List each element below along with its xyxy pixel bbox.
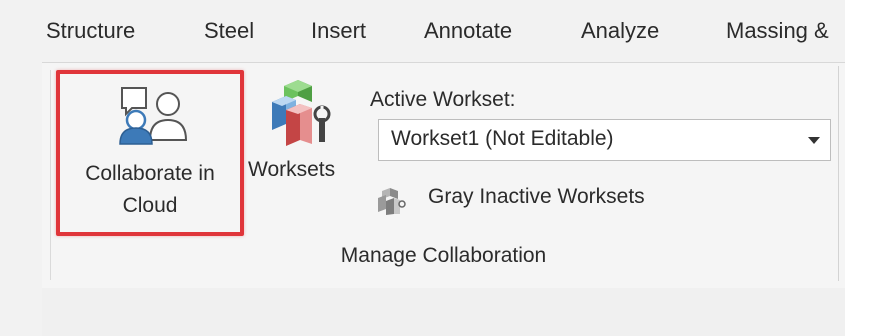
worksets-button[interactable]: Worksets <box>248 76 362 206</box>
tab-annotate[interactable]: Annotate <box>424 18 512 44</box>
gray-worksets-icon <box>376 187 406 220</box>
tab-massing[interactable]: Massing & <box>726 18 829 44</box>
tab-insert[interactable]: Insert <box>311 18 366 44</box>
worksets-icon <box>268 78 340 155</box>
gray-inactive-worksets-button[interactable]: Gray Inactive Worksets <box>376 183 716 217</box>
chevron-down-icon[interactable] <box>808 137 820 144</box>
tab-structure[interactable]: Structure <box>46 18 135 44</box>
collaborate-label: Collaborate in Cloud <box>56 158 244 222</box>
gray-inactive-worksets-label: Gray Inactive Worksets <box>428 185 645 208</box>
collaborate-cloud-icon <box>112 82 192 157</box>
panel-title: Manage Collaboration <box>340 244 547 267</box>
tab-steel[interactable]: Steel <box>204 18 254 44</box>
collaborate-label-line2: Cloud <box>122 194 178 217</box>
workspace-area <box>42 288 845 336</box>
active-workset-label: Active Workset: <box>370 88 516 111</box>
tab-analyze[interactable]: Analyze <box>581 18 659 44</box>
worksets-label: Worksets <box>248 158 336 181</box>
ribbon-tab-bar: Structure Steel Insert Annotate Analyze … <box>0 0 887 62</box>
active-workset-dropdown[interactable]: Workset1 (Not Editable) <box>378 119 831 161</box>
ribbon-overflow-area <box>845 0 887 336</box>
collaborate-in-cloud-button[interactable]: Collaborate in Cloud <box>56 70 244 236</box>
collaborate-label-line1: Collaborate in <box>85 162 215 185</box>
active-workset-value: Workset1 (Not Editable) <box>391 127 614 150</box>
